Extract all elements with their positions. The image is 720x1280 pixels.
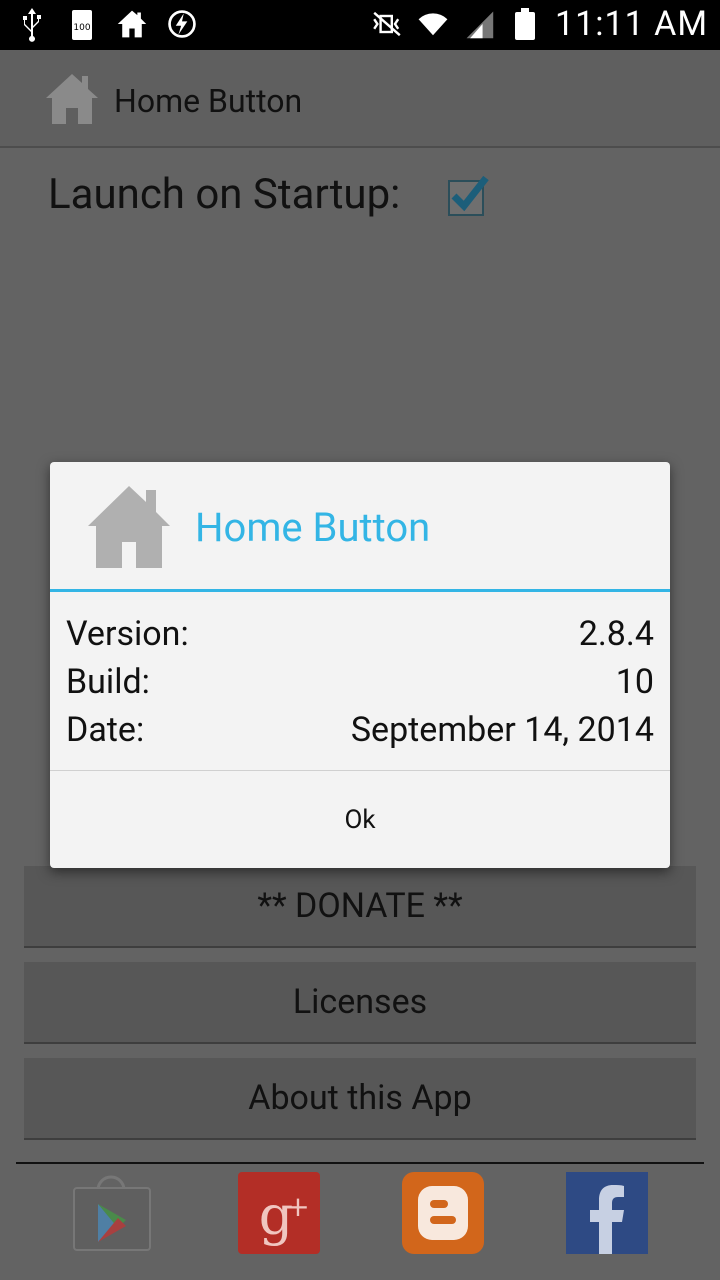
action-bar-title: Home Button (114, 82, 303, 120)
status-bar-right: 11:11 AM (371, 4, 708, 44)
about-button[interactable]: About this App (24, 1058, 696, 1140)
ok-button[interactable]: Ok (50, 771, 670, 868)
version-row: Version: 2.8.4 (66, 614, 654, 654)
status-time: 11:11 AM (555, 4, 708, 44)
dialog-home-icon (88, 486, 170, 568)
battery-full-icon (515, 8, 536, 40)
google-play-icon[interactable] (70, 1172, 152, 1254)
vibrate-mute-icon (373, 11, 401, 37)
home-icon (117, 10, 147, 38)
date-label: Date: (66, 710, 145, 750)
flash-icon (168, 10, 196, 38)
launch-on-startup-checkbox[interactable] (448, 175, 489, 216)
action-bar (0, 50, 720, 148)
version-value: 2.8.4 (578, 614, 654, 654)
battery-100-icon: 100 (72, 10, 92, 40)
facebook-icon[interactable] (566, 1172, 648, 1254)
status-bar-left: 100 (16, 6, 198, 42)
dialog-title-divider (50, 589, 670, 592)
svg-text:+: + (286, 1190, 309, 1223)
build-row: Build: 10 (66, 662, 654, 702)
donate-button[interactable]: ** DONATE ** (24, 866, 696, 948)
app-home-icon (46, 74, 98, 124)
version-label: Version: (66, 614, 189, 654)
dialog-title: Home Button (195, 504, 431, 551)
checkmark-icon (451, 175, 489, 212)
signal-icon (466, 11, 494, 39)
licenses-button[interactable]: Licenses (24, 962, 696, 1044)
blogger-icon[interactable] (402, 1172, 484, 1254)
status-bar: 100 11:11 AM (0, 0, 720, 50)
build-label: Build: (66, 662, 150, 702)
about-dialog: Home Button Version: 2.8.4 Build: 10 Dat… (50, 462, 670, 868)
usb-icon (23, 8, 41, 42)
date-value: September 14, 2014 (350, 710, 654, 750)
wifi-icon (418, 13, 448, 36)
launch-on-startup-label: Launch on Startup: (48, 170, 401, 219)
date-row: Date: September 14, 2014 (66, 710, 654, 750)
build-value: 10 (615, 662, 654, 702)
bottom-divider (16, 1162, 704, 1164)
svg-text:100: 100 (73, 23, 90, 33)
google-plus-icon[interactable]: g + (238, 1172, 320, 1254)
